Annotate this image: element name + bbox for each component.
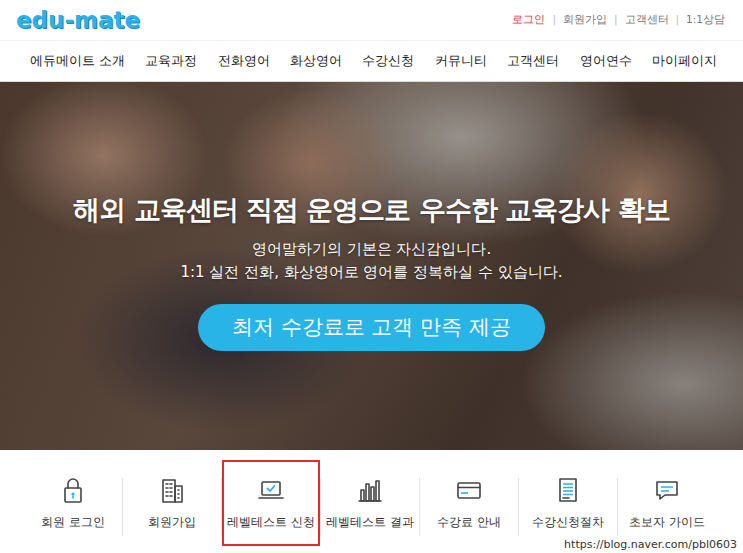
top-links: 로그인 | 회원가입 | 고객센터 | 1:1상담	[512, 12, 725, 28]
quick-menu-item[interactable]: 수강신청절차	[519, 460, 617, 546]
quick-menu-item[interactable]: 레벨테스트 신청	[222, 460, 320, 546]
quick-menu-item[interactable]: 초보자 가이드	[618, 460, 716, 546]
quick-menu-divider	[419, 478, 420, 536]
top-link[interactable]: 1:1상담	[686, 12, 725, 28]
quick-menu-label: 레벨테스트 신청	[227, 514, 315, 530]
quick-menu-item[interactable]: 회원 로그인	[24, 460, 122, 546]
watermark: https://blog.naver.com/pbl0603	[560, 537, 741, 552]
hero-title: 해외 교육센터 직접 운영으로 우수한 교육강사 확보	[73, 190, 669, 230]
quick-menu-label: 초보자 가이드	[629, 514, 705, 530]
hero-content: 해외 교육센터 직접 운영으로 우수한 교육강사 확보영어말하기의 기본은 자신…	[0, 82, 743, 351]
nav-item[interactable]: 영어연수	[580, 52, 632, 71]
hero-subtitle: 영어말하기의 기본은 자신감입니다.	[252, 238, 491, 261]
quick-menu-label: 수강료 안내	[437, 514, 501, 530]
top-link[interactable]: 회원가입	[563, 12, 607, 28]
bar-chart-icon	[354, 474, 386, 506]
quick-menu-item[interactable]: 레벨테스트 결과	[321, 460, 419, 546]
nav-item[interactable]: 수강신청	[362, 52, 414, 71]
quick-menu-item[interactable]: 수강료 안내	[420, 460, 518, 546]
laptop-check-icon	[255, 474, 287, 506]
quick-menu-divider	[617, 478, 618, 536]
logo[interactable]: edu-mate	[16, 9, 140, 32]
quick-menu-label: 수강신청절차	[532, 514, 604, 530]
nav-item[interactable]: 에듀메이트 소개	[30, 52, 125, 71]
credit-card-icon	[453, 474, 485, 506]
top-link[interactable]: 고객센터	[625, 12, 669, 28]
nav-item[interactable]: 전화영어	[218, 52, 270, 71]
quick-menu-item[interactable]: 회원가입	[123, 460, 221, 546]
hero-subtitle: 1:1 실전 전화, 화상영어로 영어를 정복하실 수 있습니다.	[180, 261, 562, 284]
building-icon	[156, 474, 188, 506]
top-link[interactable]: 로그인	[512, 12, 545, 28]
document-icon	[552, 474, 584, 506]
hero-banner: 해외 교육센터 직접 운영으로 우수한 교육강사 확보영어말하기의 기본은 자신…	[0, 82, 743, 450]
link-separator: |	[614, 12, 618, 28]
lock-icon	[57, 474, 89, 506]
link-separator: |	[676, 12, 680, 28]
quick-menu-label: 회원가입	[148, 514, 196, 530]
nav-item[interactable]: 마이페이지	[652, 52, 717, 71]
nav-item[interactable]: 화상영어	[290, 52, 342, 71]
quick-menu-divider	[320, 478, 321, 536]
quick-menu-divider	[518, 478, 519, 536]
quick-menu-divider	[122, 478, 123, 536]
quick-menu-label: 레벨테스트 결과	[326, 514, 414, 530]
chat-bubble-icon	[651, 474, 683, 506]
quick-menu-label: 회원 로그인	[41, 514, 105, 530]
main-nav: 에듀메이트 소개 교육과정 전화영어 화상영어 수강신청 커뮤니티 고객센터 영어연수 마이페이…	[0, 40, 743, 82]
nav-item[interactable]: 커뮤니티	[435, 52, 487, 71]
nav-item[interactable]: 교육과정	[145, 52, 197, 71]
cta-button[interactable]: 최저 수강료로 고객 만족 제공	[198, 304, 545, 351]
link-separator: |	[552, 12, 556, 28]
nav-item[interactable]: 고객센터	[507, 52, 559, 71]
top-header: edu-mate 로그인 | 회원가입 | 고객센터 | 1:1상담	[0, 0, 743, 40]
